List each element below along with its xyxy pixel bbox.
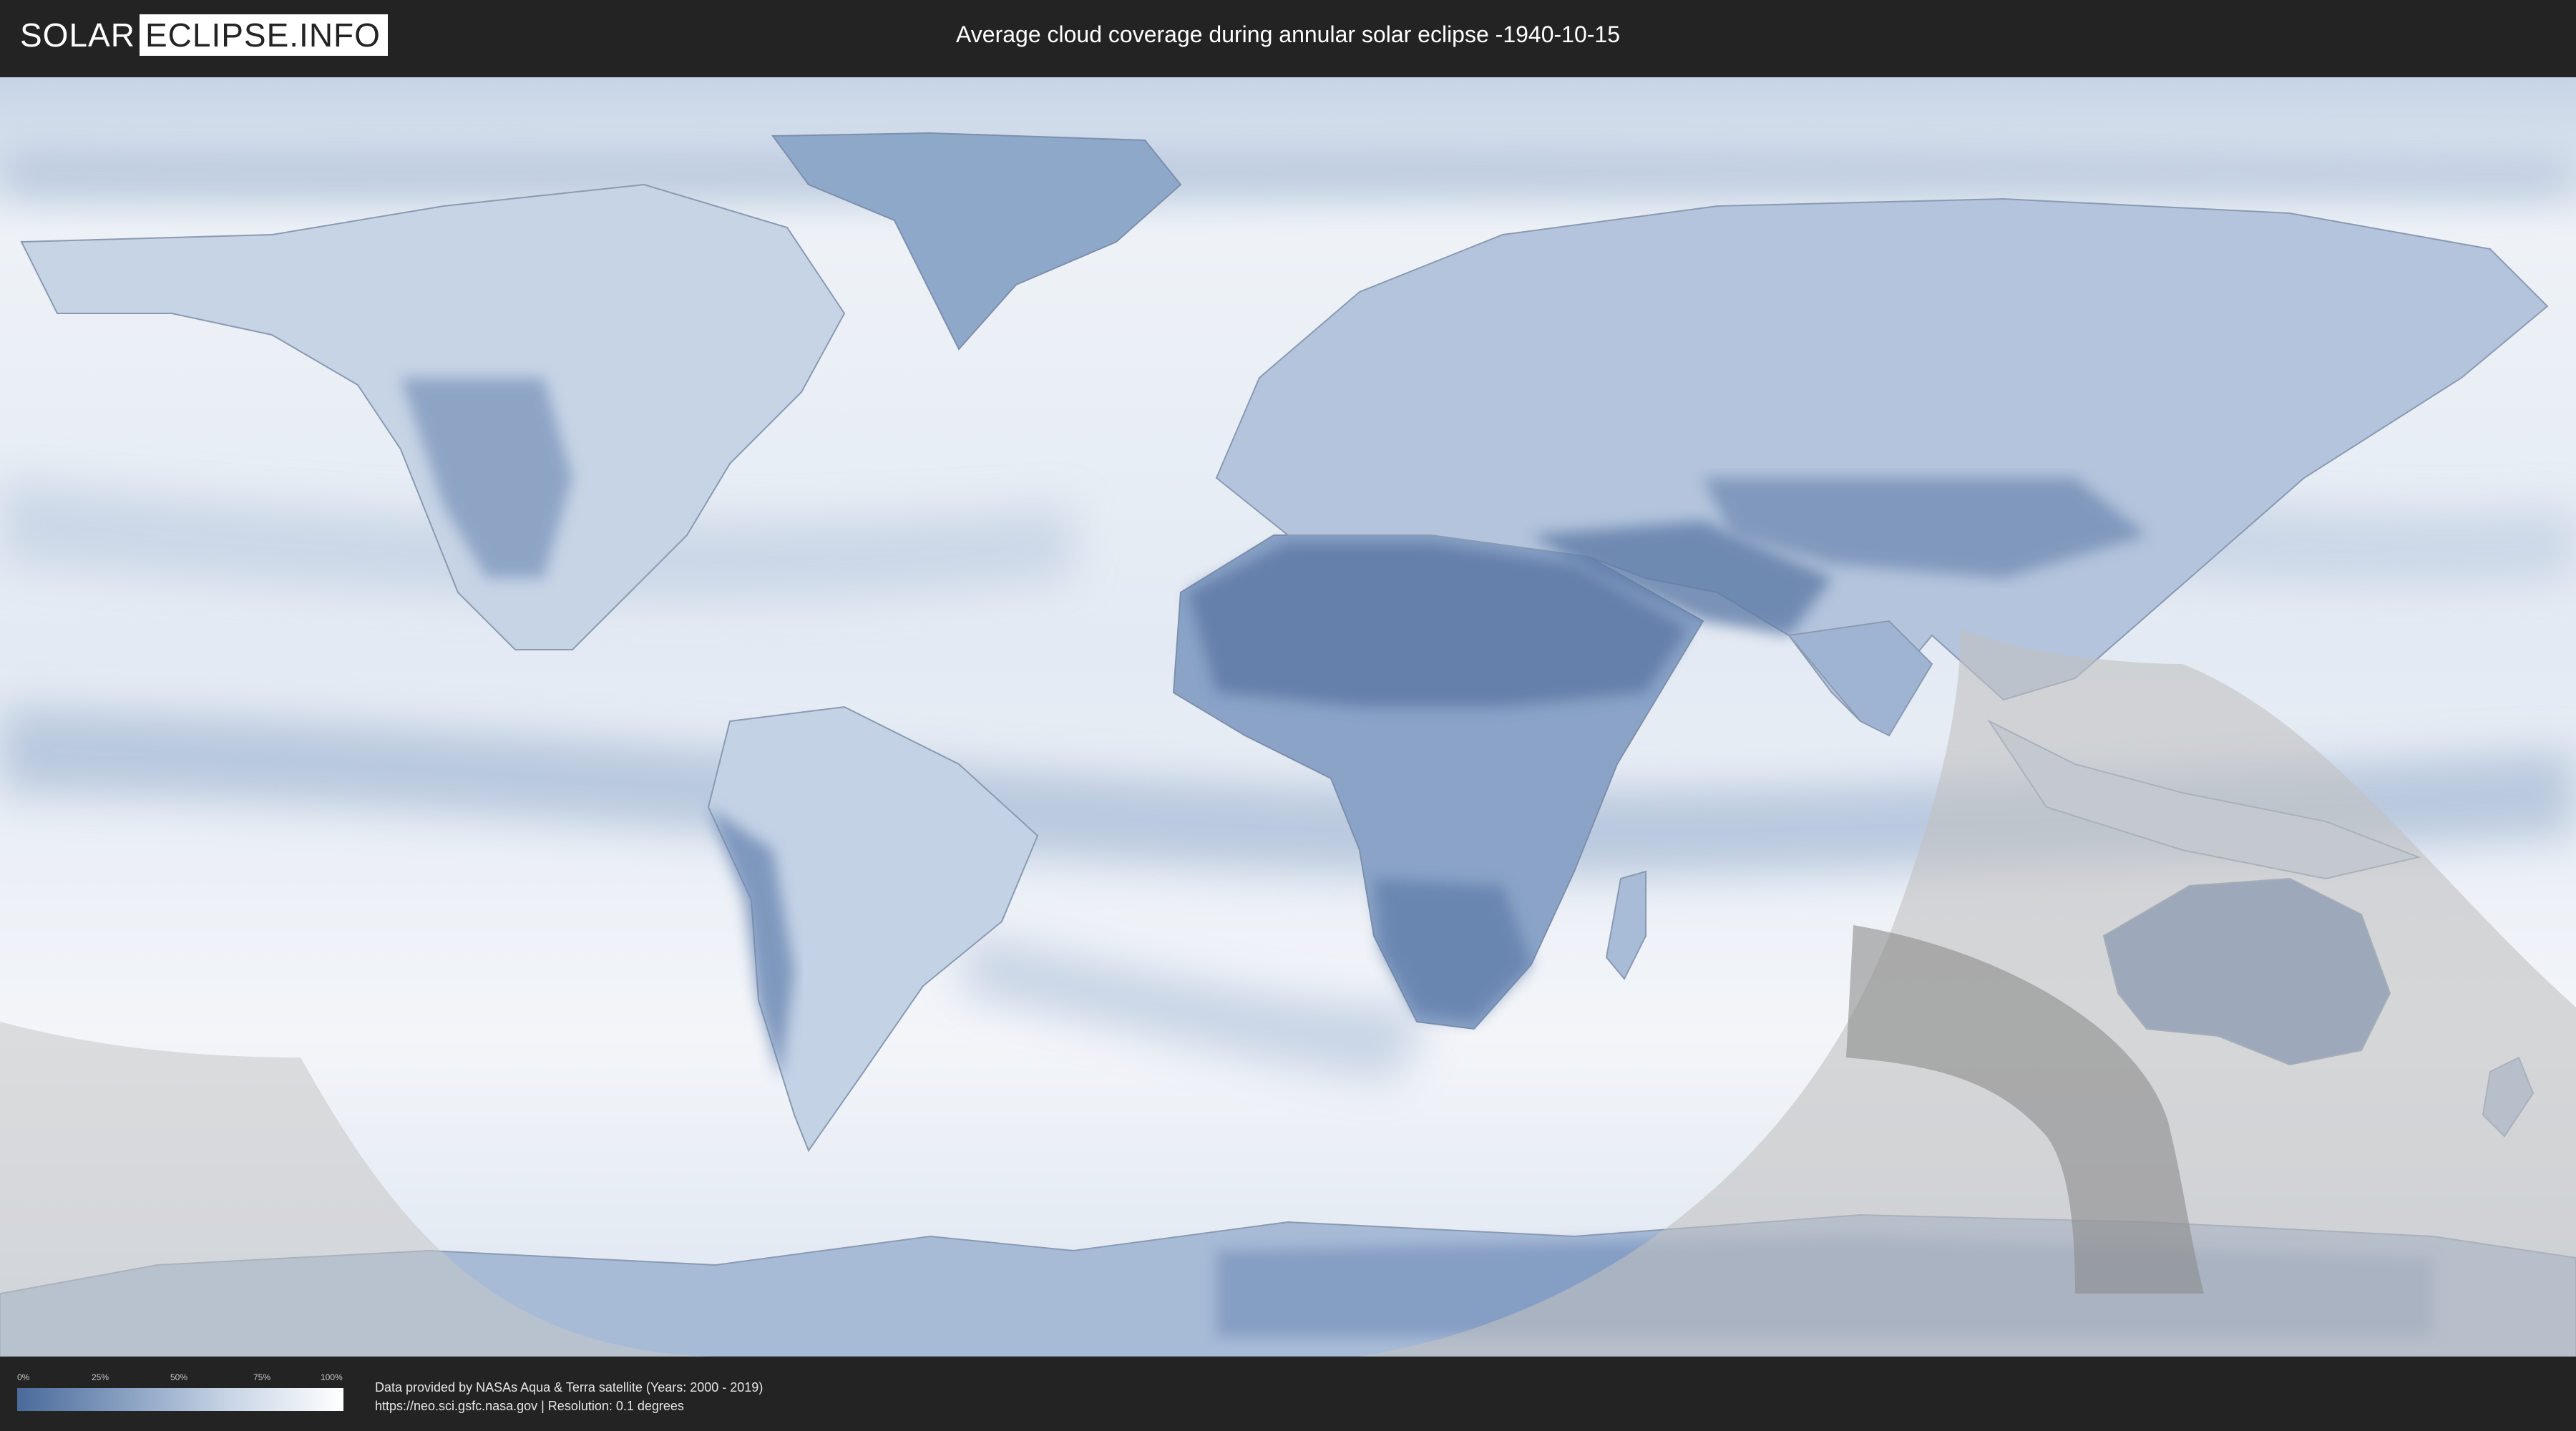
legend-tick-75: 75% (253, 1372, 271, 1382)
header-bar: SOLAR ECLIPSE.INFO Average cloud coverag… (0, 0, 2576, 72)
footer-bar: 0% 25% 50% 75% 100% Data provided by NAS… (0, 1357, 2576, 1431)
cloud-coverage-legend: 0% 25% 50% 75% 100% (17, 1372, 343, 1411)
world-map-svg (0, 77, 2576, 1357)
legend-ticks: 0% 25% 50% 75% 100% (17, 1372, 343, 1384)
legend-tick-25: 25% (92, 1372, 109, 1382)
legend-tick-50: 50% (170, 1372, 188, 1382)
legend-tick-0: 0% (17, 1372, 30, 1382)
credit-url-resolution[interactable]: https://neo.sci.gsfc.nasa.gov | Resoluti… (375, 1397, 763, 1415)
credit-source: Data provided by NASAs Aqua & Terra sate… (375, 1380, 763, 1395)
page-title: Average cloud coverage during annular so… (956, 21, 1620, 47)
legend-tick-100: 100% (321, 1372, 343, 1382)
cloud-coverage-map (0, 77, 2576, 1357)
legend-color-bar (17, 1388, 343, 1411)
data-credits: Data provided by NASAs Aqua & Terra sate… (375, 1378, 763, 1415)
